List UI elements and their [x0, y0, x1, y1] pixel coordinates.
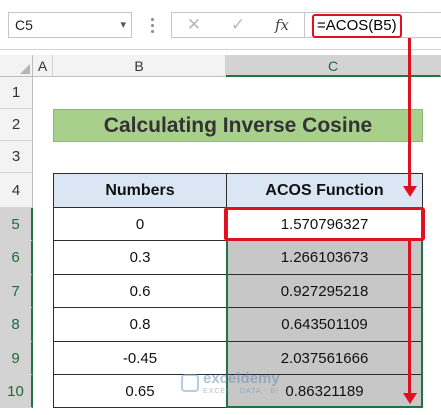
arrow-down-icon: [403, 186, 417, 197]
drag-handle-icon[interactable]: [149, 15, 155, 35]
cell-c7[interactable]: 0.927295218: [226, 274, 423, 308]
row-header-1[interactable]: 1: [0, 77, 33, 109]
row-header-3[interactable]: 3: [0, 141, 33, 173]
watermark-tagline: EXCEL · DATA · BI: [203, 388, 279, 395]
row-header-9[interactable]: 9: [0, 342, 33, 375]
name-box[interactable]: C5 ▾: [8, 12, 132, 38]
cell-c5[interactable]: 1.570796327: [226, 207, 423, 241]
formula-text: =ACOS(B5): [312, 14, 402, 38]
header-numbers[interactable]: Numbers: [53, 173, 227, 208]
arrow-formula-line: [408, 38, 411, 188]
select-all-icon: [20, 64, 30, 74]
enter-icon[interactable]: ✓: [218, 13, 258, 37]
select-all-corner[interactable]: [0, 55, 33, 77]
formula-bar: C5 ▾ ✕ ✓ fx =ACOS(B5): [0, 0, 441, 50]
header-acos-function[interactable]: ACOS Function: [226, 173, 423, 208]
exceldemy-logo-icon: [181, 374, 199, 392]
cell-b7[interactable]: 0.6: [53, 274, 227, 308]
insert-function-icon[interactable]: fx: [262, 13, 302, 37]
cell-b6[interactable]: 0.3: [53, 240, 227, 275]
column-header-b[interactable]: B: [53, 55, 226, 77]
formula-buttons: ✕ ✓ fx: [171, 12, 305, 38]
row-header-4[interactable]: 4: [0, 173, 33, 208]
row-header-10[interactable]: 10: [0, 375, 33, 408]
cell-c8[interactable]: 0.643501109: [226, 307, 423, 342]
exceldemy-watermark: exceldemy EXCEL · DATA · BI: [181, 370, 301, 400]
row-header-7[interactable]: 7: [0, 275, 33, 308]
name-box-value: C5: [15, 17, 33, 33]
row-header-5[interactable]: 5: [0, 208, 33, 241]
sheet-title[interactable]: Calculating Inverse Cosine: [53, 109, 423, 142]
row-header-6[interactable]: 6: [0, 241, 33, 275]
formula-input[interactable]: =ACOS(B5): [305, 12, 441, 38]
cell-c6[interactable]: 1.266103673: [226, 240, 423, 275]
arrow-down-icon: [403, 393, 417, 404]
arrow-fill-line: [408, 240, 411, 395]
cell-b8[interactable]: 0.8: [53, 307, 227, 342]
cell-b5[interactable]: 0: [53, 207, 227, 241]
chevron-down-icon[interactable]: ▾: [120, 13, 126, 37]
row-header-8[interactable]: 8: [0, 308, 33, 342]
cancel-icon[interactable]: ✕: [174, 13, 214, 37]
watermark-name: exceldemy: [203, 370, 280, 387]
column-header-a[interactable]: A: [33, 55, 53, 77]
row-header-2[interactable]: 2: [0, 109, 33, 141]
